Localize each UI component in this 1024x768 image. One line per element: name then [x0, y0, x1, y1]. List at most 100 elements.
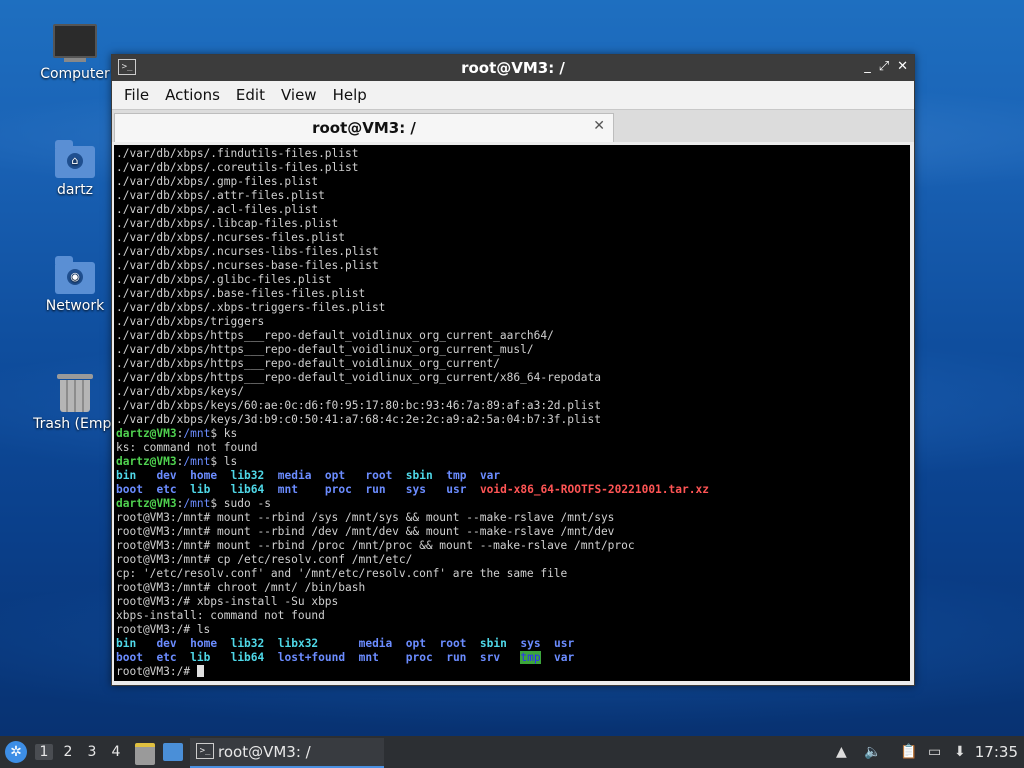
- terminal-line: ks: command not found: [116, 441, 709, 455]
- workspace-1[interactable]: 1: [35, 744, 53, 760]
- menu-bar: File Actions Edit View Help: [112, 81, 914, 109]
- terminal-text: root: [365, 469, 393, 482]
- menu-help[interactable]: Help: [325, 86, 375, 104]
- close-button[interactable]: ✕: [897, 59, 908, 74]
- terminal-line: root@VM3:/#: [116, 665, 709, 679]
- terminal-text: boot: [116, 651, 143, 664]
- start-menu-icon[interactable]: ✲: [5, 741, 27, 763]
- terminal-text: dev: [156, 637, 177, 650]
- window-title: root@VM3: /: [461, 59, 565, 77]
- taskbar-task-terminal[interactable]: >_ root@VM3: /: [190, 738, 384, 768]
- terminal-line: ./var/db/xbps/keys/: [116, 385, 709, 399]
- window-titlebar[interactable]: >_ root@VM3: / _ ⤢ ✕: [112, 55, 914, 81]
- terminal-text: mnt: [358, 651, 379, 664]
- terminal-lines: ./var/db/xbps/.findutils-files.plist ./va…: [116, 147, 709, 679]
- terminal-line: ./var/db/xbps/keys/3d:b9:c0:50:41:a7:68:…: [116, 413, 709, 427]
- terminal-line: ./var/db/xbps/.findutils-files.plist: [116, 147, 709, 161]
- desktop-icon-trash[interactable]: Trash (Empt: [30, 374, 120, 432]
- desktop-icon-home[interactable]: ⌂ dartz: [30, 140, 120, 198]
- terminal-text: /mnt: [183, 497, 211, 510]
- clock: 17:35: [974, 743, 1018, 761]
- terminal-text: lib: [190, 483, 211, 496]
- terminal-text: bin: [116, 469, 137, 482]
- terminal-output[interactable]: ./var/db/xbps/.findutils-files.plist ./va…: [114, 145, 910, 681]
- home-folder-icon: ⌂: [55, 140, 95, 178]
- file-manager-launcher-icon[interactable]: [135, 743, 155, 765]
- terminal-line: ./var/db/xbps/.attr-files.plist: [116, 189, 709, 203]
- workspace-3[interactable]: 3: [83, 744, 101, 760]
- trash-icon: [57, 374, 93, 412]
- volume-icon[interactable]: 🔈: [864, 744, 881, 760]
- terminal-text: srv: [479, 651, 501, 664]
- terminal-line: ./var/db/xbps/.ncurses-libs-files.plist: [116, 245, 709, 259]
- terminal-text: sbin: [405, 469, 433, 482]
- desktop-icon-network[interactable]: ◉ Network: [30, 256, 120, 314]
- terminal-line: ./var/db/xbps/.coreutils-files.plist: [116, 161, 709, 175]
- workspace-2[interactable]: 2: [59, 744, 77, 760]
- terminal-text: media: [277, 469, 312, 482]
- terminal-text: tmp: [520, 651, 541, 664]
- updates-icon[interactable]: ⬇: [954, 744, 966, 760]
- workspace-4[interactable]: 4: [107, 744, 125, 760]
- terminal-text: sbin: [479, 637, 507, 650]
- terminal-text: ./var/db/xbps/.xbps-triggers-files.plist: [116, 301, 386, 314]
- menu-file[interactable]: File: [116, 86, 157, 104]
- terminal-text: dev: [156, 469, 177, 482]
- network-status-icon[interactable]: ▭: [928, 744, 941, 760]
- notification-icon[interactable]: ▲: [836, 744, 847, 760]
- show-desktop-icon[interactable]: [163, 743, 183, 761]
- terminal-text: home: [190, 469, 218, 482]
- minimize-button[interactable]: _: [864, 59, 871, 74]
- desktop-icon-computer[interactable]: Computer: [30, 24, 120, 82]
- desktop-icon-label: Network: [45, 298, 105, 314]
- terminal-text: ./var/db/xbps/.ncurses-files.plist: [116, 231, 346, 244]
- network-folder-icon: ◉: [55, 256, 95, 294]
- terminal-text: lib64: [230, 651, 265, 664]
- terminal-text: var: [554, 651, 575, 664]
- terminal-line: ./var/db/xbps/https___repo-default_voidl…: [116, 357, 709, 371]
- terminal-text: ./var/db/xbps/.libcap-files.plist: [116, 217, 339, 230]
- tab-terminal[interactable]: root@VM3: / ✕: [114, 113, 614, 142]
- terminal-text: dartz@VM3: [116, 427, 177, 440]
- terminal-text: run: [365, 483, 386, 496]
- maximize-button[interactable]: ⤢: [879, 59, 889, 74]
- clipboard-icon[interactable]: 📋: [900, 744, 917, 760]
- terminal-line: xbps-install: command not found: [116, 609, 709, 623]
- terminal-text: ./var/db/xbps/https___repo-default_voidl…: [116, 343, 534, 356]
- terminal-text: root@VM3:/mnt# cp /etc/resolv.conf /mnt/…: [116, 553, 413, 566]
- terminal-text: ./var/db/xbps/.coreutils-files.plist: [116, 161, 359, 174]
- terminal-line: ./var/db/xbps/https___repo-default_voidl…: [116, 343, 709, 357]
- terminal-text: $ ls: [210, 455, 238, 468]
- terminal-text: opt: [324, 469, 346, 482]
- tab-close-icon[interactable]: ✕: [593, 118, 605, 134]
- terminal-text: root@VM3:/#: [116, 665, 197, 678]
- menu-view[interactable]: View: [273, 86, 325, 104]
- terminal-text: usr: [554, 637, 575, 650]
- terminal-line: root@VM3:/mnt# chroot /mnt/ /bin/bash: [116, 581, 709, 595]
- menu-actions[interactable]: Actions: [157, 86, 228, 104]
- terminal-text: ./var/db/xbps/keys/: [116, 385, 244, 398]
- terminal-text: ./var/db/xbps/.attr-files.plist: [116, 189, 325, 202]
- terminal-text: proc: [324, 483, 352, 496]
- terminal-line: ./var/db/xbps/triggers: [116, 315, 709, 329]
- menu-edit[interactable]: Edit: [228, 86, 273, 104]
- terminal-text: ks: command not found: [116, 441, 258, 454]
